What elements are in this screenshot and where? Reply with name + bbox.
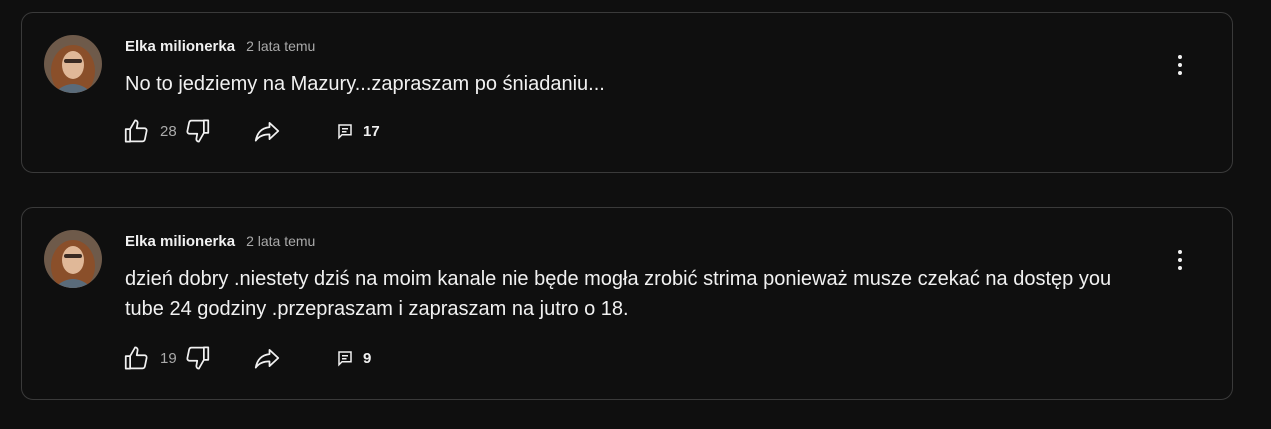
like-button[interactable]: 28 [122, 116, 182, 146]
more-options-button[interactable] [1168, 246, 1192, 274]
thumbs-up-icon [122, 116, 152, 146]
like-count: 28 [160, 122, 177, 140]
replies-button[interactable]: 17 [336, 122, 380, 140]
reply-count: 9 [363, 349, 372, 367]
like-button[interactable]: 19 [122, 343, 182, 373]
post-time[interactable]: 2 lata temu [246, 233, 315, 249]
thumbs-down-icon [182, 116, 212, 146]
author-name[interactable]: Elka milionerka [125, 38, 235, 55]
more-vert-icon [1178, 250, 1182, 254]
post-actions: 28 17 [122, 116, 380, 146]
reply-count: 17 [363, 122, 380, 140]
like-count: 19 [160, 349, 177, 367]
dislike-button[interactable] [182, 343, 252, 373]
replies-button[interactable]: 9 [336, 349, 371, 367]
post-text: No to jedziemy na Mazury...zapraszam po … [125, 73, 605, 95]
thumbs-down-icon [182, 343, 212, 373]
avatar[interactable] [44, 35, 102, 93]
community-post: Elka milionerka 2 lata temu dzień dobry … [21, 207, 1233, 400]
author-name[interactable]: Elka milionerka [125, 233, 235, 250]
comment-icon [336, 349, 354, 367]
share-icon [252, 343, 282, 373]
share-button[interactable] [252, 343, 336, 373]
comment-icon [336, 122, 354, 140]
more-vert-icon [1178, 55, 1182, 59]
post-header: Elka milionerka 2 lata temu [125, 233, 315, 250]
post-actions: 19 9 [122, 343, 371, 373]
dislike-button[interactable] [182, 116, 252, 146]
share-button[interactable] [252, 116, 336, 146]
avatar[interactable] [44, 230, 102, 288]
community-post: Elka milionerka 2 lata temu No to jedzie… [21, 12, 1233, 173]
post-text: dzień dobry .niestety dziś na moim kanal… [125, 268, 1112, 320]
share-icon [252, 116, 282, 146]
thumbs-up-icon [122, 343, 152, 373]
post-time[interactable]: 2 lata temu [246, 38, 315, 54]
post-header: Elka milionerka 2 lata temu [125, 38, 315, 55]
more-options-button[interactable] [1168, 51, 1192, 79]
